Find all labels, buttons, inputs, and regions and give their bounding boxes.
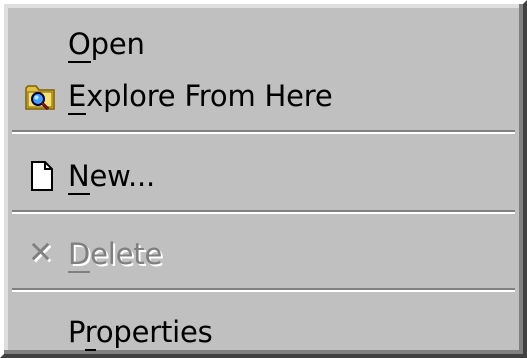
menu-separator xyxy=(12,210,515,214)
menu-item-explore-from-here-label: Explore From Here xyxy=(68,79,333,115)
menu-item-properties[interactable]: Properties xyxy=(12,310,515,354)
menu-item-explore-from-here[interactable]: Explore From Here xyxy=(12,74,515,118)
delete-x-icon: ✕ xyxy=(28,235,54,271)
menu-separator xyxy=(12,288,515,292)
new-document-icon xyxy=(24,159,58,193)
menu-item-open[interactable]: Open xyxy=(12,22,515,66)
menu-item-new-label: New... xyxy=(68,159,156,195)
menu-item-open-label: Open xyxy=(68,27,145,63)
menu-item-delete-label: Delete xyxy=(68,237,163,273)
menu-separator xyxy=(12,130,515,134)
menu-item-new[interactable]: New... xyxy=(12,154,515,198)
explore-folder-icon xyxy=(24,79,58,113)
context-menu: Open Explore From Here New... ✕ Delete P… xyxy=(0,0,527,358)
menu-item-properties-label: Properties xyxy=(68,315,213,351)
menu-item-delete[interactable]: ✕ Delete xyxy=(12,232,515,276)
